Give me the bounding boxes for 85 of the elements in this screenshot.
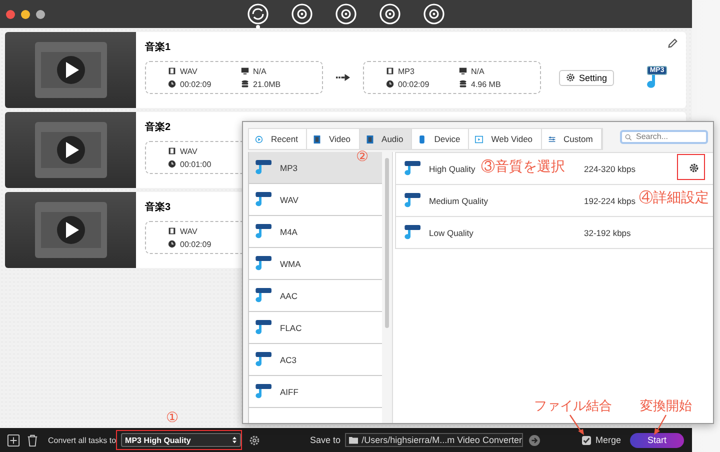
database-icon bbox=[241, 80, 249, 88]
info-text: WAV bbox=[180, 226, 198, 236]
add-icon[interactable] bbox=[7, 434, 20, 446]
info-text: 00:02:09 bbox=[180, 80, 212, 88]
merge-label: Merge bbox=[595, 435, 621, 445]
info-text: WAV bbox=[180, 146, 198, 156]
zoom-button[interactable] bbox=[36, 10, 45, 18]
music-note-icon bbox=[254, 223, 274, 240]
music-note-icon bbox=[254, 319, 274, 336]
info-text: 4.96 MB bbox=[471, 80, 501, 88]
info-text: 00:02:09 bbox=[398, 80, 430, 88]
updown-icon bbox=[232, 436, 238, 444]
info-text: N/A bbox=[253, 66, 266, 76]
format-dropdown[interactable]: MP3 High Quality bbox=[121, 433, 242, 447]
format-item[interactable]: M4A bbox=[249, 216, 382, 248]
save-label: Save to bbox=[310, 435, 341, 445]
format-item[interactable]: AIFF bbox=[249, 376, 382, 408]
play-circle-icon bbox=[255, 134, 263, 144]
search-field[interactable]: Search... bbox=[620, 130, 708, 144]
annotation-text: ① bbox=[166, 409, 179, 426]
music-note-icon bbox=[403, 160, 423, 177]
film-icon bbox=[312, 134, 321, 144]
annotation-text: ファイル結合 bbox=[534, 398, 612, 415]
annotation-text: 変換開始 bbox=[640, 398, 692, 415]
close-button[interactable] bbox=[6, 10, 15, 18]
music-note-icon bbox=[254, 159, 274, 176]
clock-icon bbox=[168, 80, 176, 88]
info-text: WAV bbox=[180, 66, 198, 76]
phone-icon bbox=[418, 134, 426, 144]
folder-icon bbox=[348, 436, 358, 444]
music-note-icon bbox=[254, 191, 274, 208]
format-item[interactable]: WAV bbox=[249, 184, 382, 216]
task-title: 音楽3 bbox=[145, 200, 171, 214]
settings-icon[interactable] bbox=[689, 163, 699, 173]
film-icon bbox=[366, 134, 374, 144]
arrow-drawing bbox=[568, 414, 586, 436]
info-text: MP3 bbox=[398, 66, 414, 76]
preset-row[interactable]: Low Quality 32-192 kbps bbox=[396, 217, 713, 248]
film-icon bbox=[168, 67, 176, 75]
info-text: 21.0MB bbox=[253, 80, 281, 88]
monitor-icon bbox=[241, 67, 249, 75]
settings-icon[interactable] bbox=[249, 434, 260, 446]
format-item[interactable]: FLAC bbox=[249, 312, 382, 344]
scrollbar-thumb[interactable] bbox=[385, 158, 389, 328]
clock-icon bbox=[168, 240, 176, 248]
music-note-icon bbox=[254, 383, 274, 400]
clock-icon bbox=[168, 160, 176, 168]
format-item[interactable]: AC3 bbox=[249, 344, 382, 376]
film-icon bbox=[168, 227, 176, 235]
format-item[interactable]: WMA bbox=[249, 248, 382, 280]
trash-icon[interactable] bbox=[26, 434, 39, 446]
format-tab[interactable]: Audio bbox=[360, 129, 412, 149]
music-note-icon bbox=[254, 287, 274, 304]
setting-button[interactable]: Setting bbox=[559, 70, 614, 86]
save-path-field[interactable]: /Users/highsierra/M...m Video Converter bbox=[344, 433, 523, 447]
clock-icon bbox=[386, 80, 394, 88]
minimize-button[interactable] bbox=[21, 10, 30, 18]
gear-icon bbox=[566, 73, 575, 82]
start-button[interactable]: Start bbox=[630, 432, 684, 448]
music-note-icon bbox=[254, 351, 274, 368]
highlight-frame bbox=[677, 154, 705, 180]
video-window-icon bbox=[475, 134, 484, 144]
task-title: 音楽1 bbox=[145, 40, 171, 54]
search-icon bbox=[625, 134, 632, 140]
arrow-right-icon[interactable] bbox=[528, 434, 540, 446]
info-text: 00:02:09 bbox=[180, 240, 212, 248]
arrow-icon bbox=[336, 74, 350, 81]
format-item[interactable]: AAC bbox=[249, 280, 382, 312]
film-icon bbox=[386, 67, 394, 75]
info-text: N/A bbox=[471, 66, 484, 76]
sliders-icon bbox=[548, 134, 556, 144]
convert-label: Convert all tasks to bbox=[48, 436, 116, 444]
music-note-icon bbox=[403, 192, 423, 209]
merge-checkbox[interactable] bbox=[582, 436, 592, 444]
music-note-icon bbox=[254, 255, 274, 272]
info-text: 00:01:00 bbox=[180, 160, 212, 168]
annotation-text: ③音質を選択 bbox=[481, 158, 565, 176]
music-note-icon bbox=[403, 224, 423, 241]
pencil-icon[interactable] bbox=[667, 38, 678, 49]
annotation-text: ④詳細設定 bbox=[639, 189, 709, 207]
database-icon bbox=[459, 80, 467, 88]
task-title: 音楽2 bbox=[145, 120, 171, 134]
monitor-icon bbox=[459, 67, 467, 75]
film-icon bbox=[168, 147, 176, 155]
arrow-drawing bbox=[652, 414, 668, 436]
